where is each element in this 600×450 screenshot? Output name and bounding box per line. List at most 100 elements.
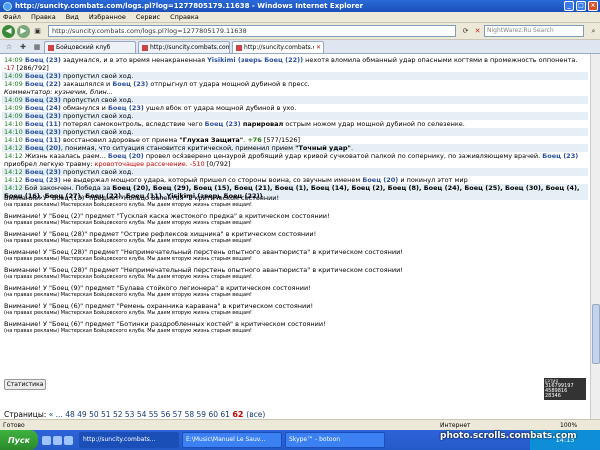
add-favorites-icon[interactable]: ✚	[16, 41, 30, 53]
fighter-name[interactable]: Боец (23)	[205, 120, 241, 128]
menu-tools[interactable]: Сервис	[136, 13, 160, 21]
page-link[interactable]: 56	[161, 410, 173, 419]
quicklaunch-icon[interactable]	[42, 435, 51, 445]
page-content: 14:09 Боец (23) задумался, и в это время…	[0, 54, 590, 419]
page-link[interactable]: 50	[89, 410, 101, 419]
status-bar: Готово Интернет 100%	[0, 419, 600, 430]
ie-icon	[3, 1, 12, 11]
menu-help[interactable]: Справка	[170, 13, 199, 21]
page-link[interactable]: 54	[137, 410, 149, 419]
taskbar-item-skype[interactable]: Skype™ - botoon	[285, 432, 385, 448]
statistics-button[interactable]: Статистика	[4, 379, 46, 390]
fighter-name[interactable]: Боец (20)	[362, 176, 398, 184]
vertical-scrollbar[interactable]	[590, 54, 600, 419]
quicklaunch-icon[interactable]	[64, 435, 73, 445]
log-text: восстановил здоровье от приема	[60, 136, 180, 144]
stop-icon[interactable]: ✕	[472, 26, 483, 37]
fighter-name[interactable]: Yisikimi (зверь Боец (22))	[207, 56, 303, 64]
fighter-name[interactable]: Боец (11)	[23, 120, 61, 128]
watermark: photo.scrolls.combats.com	[440, 431, 577, 441]
back-button[interactable]: ◀	[2, 24, 15, 38]
favorites-star-icon[interactable]: ☆	[2, 41, 16, 53]
item-warning-notice: Внимание! У "Боец (28)" предмет "Неприме…	[4, 266, 584, 280]
fighter-name[interactable]: Боец (20)	[23, 144, 61, 152]
minimize-button[interactable]: _	[564, 1, 574, 11]
fighter-name[interactable]: Боец (23)	[542, 152, 578, 160]
log-text: пропустил свой ход.	[60, 128, 134, 136]
heal-value: +76	[247, 136, 262, 144]
log-emphasis: "Точный удар"	[295, 144, 351, 152]
page-link[interactable]: 61	[220, 410, 232, 419]
fighter-name[interactable]: Боец (23)	[108, 104, 144, 112]
menu-favorites[interactable]: Избранное	[89, 13, 126, 21]
log-text: потерял самоконтроль, вследствие чего	[60, 120, 205, 128]
item-warning-notice: Внимание! У "Боец (6)" предмет "Ботинки …	[4, 320, 584, 334]
page-prev-link[interactable]: «	[49, 410, 56, 419]
taskbar-item-music[interactable]: E:\Music\Manuel Le Sauv...	[182, 432, 282, 448]
log-line: 14:09 Боец (22) закашлялся и Боец (23) о…	[2, 80, 588, 88]
menu-view[interactable]: Вид	[66, 13, 79, 21]
page-link[interactable]: 57	[173, 410, 185, 419]
page-link[interactable]: 48	[65, 410, 77, 419]
notice-ad-text: (на правах рекламы) Мастерская Бойцовско…	[4, 256, 252, 262]
close-button[interactable]: ×	[588, 1, 598, 11]
scroll-thumb[interactable]	[592, 304, 600, 364]
menu-edit[interactable]: Правка	[31, 13, 56, 21]
log-text: и покинул этот мир	[398, 176, 468, 184]
search-input[interactable]: NightWarez.Ru Search	[484, 25, 584, 37]
fighter-name[interactable]: Боец (23)	[23, 56, 61, 64]
menu-file[interactable]: Файл	[3, 13, 21, 21]
tab-1[interactable]: Бойцовский клуб	[44, 41, 136, 53]
maximize-button[interactable]: □	[576, 1, 586, 11]
item-warning-notice: Внимание! У "Боец (9)" предмет "Булава с…	[4, 284, 584, 298]
page-link[interactable]: 51	[101, 410, 113, 419]
page-link[interactable]: 59	[197, 410, 209, 419]
search-icon[interactable]: ⌕	[588, 26, 599, 37]
page-all-link[interactable]: (все)	[246, 410, 265, 419]
start-button[interactable]: Пуск	[0, 430, 38, 450]
fighter-name[interactable]: Боец (24)	[23, 104, 61, 112]
page-link[interactable]: 58	[185, 410, 197, 419]
tab-list-icon[interactable]: ▦	[30, 41, 44, 53]
fighter-name[interactable]: Боец (23)	[23, 128, 61, 136]
fighter-name[interactable]: Боец (23)	[23, 168, 61, 176]
log-text: [0/792]	[204, 160, 231, 168]
page-link[interactable]: 49	[77, 410, 89, 419]
item-warning-notice: Внимание! У "Боец (13)" предмет "Кольцо …	[4, 194, 584, 208]
tab-2[interactable]: http://suncity.combats.com/...	[138, 41, 230, 53]
window-titlebar: http://suncity.combats.com/logs.pl?log=1…	[0, 0, 600, 12]
fighter-name[interactable]: Боец (20)	[108, 152, 144, 160]
fighter-name[interactable]: Боец (23)	[23, 112, 61, 120]
log-timestamp: 14:09	[4, 80, 23, 88]
refresh-icon[interactable]: ⟳	[460, 26, 471, 37]
log-text: не выдержал мощного удара, который прише…	[60, 176, 363, 184]
log-timestamp: 14:12	[4, 176, 23, 184]
zoom-level[interactable]: 100%	[560, 422, 600, 429]
quicklaunch-icon[interactable]	[53, 435, 62, 445]
log-timestamp: 14:09	[4, 72, 23, 80]
tab-3-active[interactable]: http://suncity.combats.c... ✕	[232, 41, 324, 53]
fighter-name[interactable]: Боец (23)	[23, 176, 61, 184]
url-input[interactable]: http://suncity.combats.com/logs.pl?log=1…	[48, 25, 456, 37]
favicon-icon	[236, 44, 242, 51]
site-counter[interactable]: ЕРТИЯ 316799197 4589816 28346	[544, 378, 586, 400]
log-timestamp: 14:09	[4, 56, 23, 64]
fighter-name[interactable]: Боец (23)	[23, 72, 61, 80]
log-line: 14:12 Боец (20), понимая, что ситуация с…	[2, 144, 588, 152]
fighter-name[interactable]: Боец (23)	[112, 80, 148, 88]
forward-button[interactable]: ▶	[17, 24, 30, 38]
fighter-name[interactable]: Боец (23)	[23, 96, 61, 104]
taskbar-item-ie[interactable]: http://suncity.combats...	[79, 432, 179, 448]
quick-launch	[42, 435, 75, 445]
log-emphasis: "Глухая Защита"	[179, 136, 244, 144]
log-text: острым ножом удар мощной дубиной по селе…	[283, 120, 465, 128]
page-link[interactable]: 60	[208, 410, 220, 419]
fighter-name[interactable]: Боец (22)	[23, 80, 61, 88]
fighter-name[interactable]: Боец (11)	[23, 136, 61, 144]
log-line: 14:10 Боец (11) восстановил здоровье от …	[2, 136, 588, 144]
page-link[interactable]: 52	[113, 410, 125, 419]
log-text: провел ося́зверено цензурой дробящий уда…	[143, 152, 543, 160]
page-link[interactable]: 53	[125, 410, 137, 419]
tab-close-icon[interactable]: ✕	[314, 42, 323, 53]
page-link[interactable]: 55	[149, 410, 161, 419]
